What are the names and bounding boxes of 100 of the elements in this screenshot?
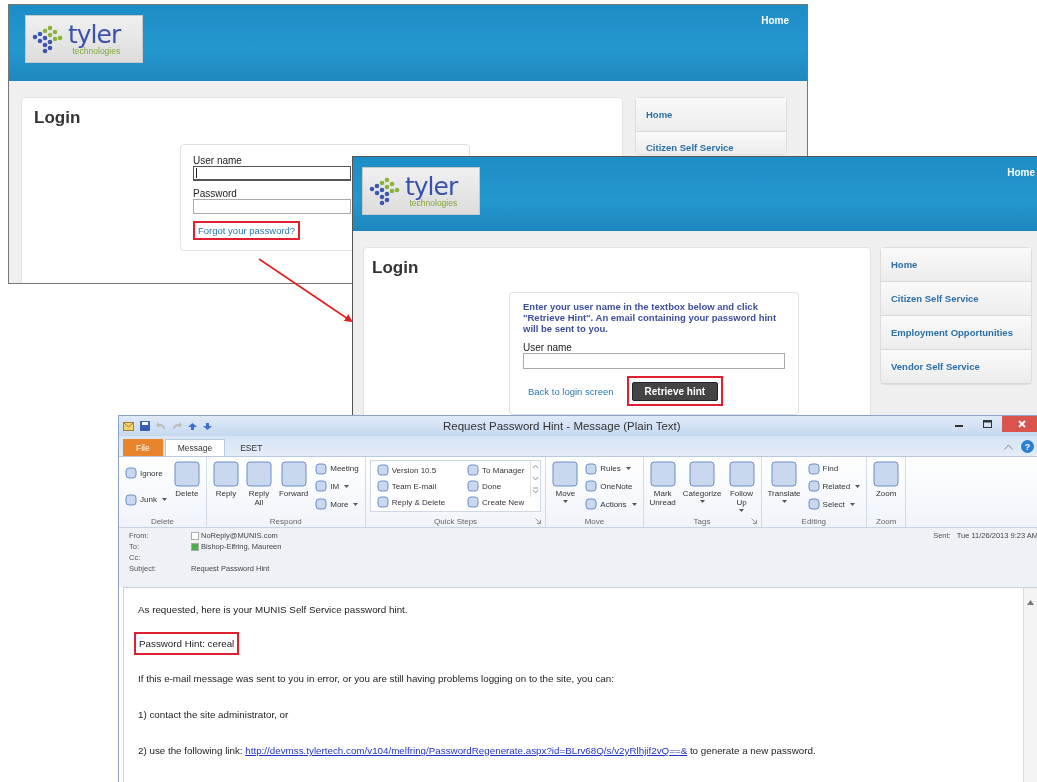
square-icon bbox=[807, 498, 820, 511]
dots-logo-icon bbox=[31, 23, 64, 55]
close-button[interactable] bbox=[1002, 416, 1037, 432]
square-icon bbox=[552, 461, 579, 487]
ribbon-button[interactable]: Junk bbox=[123, 493, 169, 506]
caret-icon bbox=[161, 498, 167, 502]
sidebar-item[interactable]: Home bbox=[881, 248, 1031, 282]
ribbon-button[interactable]: Create New bbox=[465, 494, 527, 510]
square-icon bbox=[807, 462, 820, 475]
square-icon bbox=[125, 467, 137, 480]
ribbon-button[interactable]: To Manager bbox=[465, 462, 527, 478]
field-label: User name bbox=[523, 342, 572, 353]
square-icon bbox=[585, 498, 598, 511]
caret-icon bbox=[739, 509, 744, 512]
sidebar-item[interactable]: Citizen Self Service bbox=[881, 282, 1031, 316]
caret-icon bbox=[781, 500, 787, 503]
group-label: Editing bbox=[801, 516, 827, 526]
caret-icon bbox=[625, 467, 631, 471]
ribbon-button[interactable]: Select bbox=[805, 498, 863, 511]
form-link[interactable]: Forgot your password? bbox=[193, 221, 301, 240]
square-icon bbox=[125, 493, 137, 506]
group-label: Quick Steps bbox=[433, 516, 478, 526]
ribbon-button[interactable]: Follow Up bbox=[726, 460, 757, 513]
message-text: 2) use the following link: http://devmss.tylertech.com/v104/melfring/PasswordRegenerate.aspx?id=BLrv68Q/s/v2yRlhjif2vQ==& to generate a new password. bbox=[137, 744, 817, 758]
page-title: Login bbox=[34, 108, 81, 128]
square-icon bbox=[728, 461, 755, 487]
ribbon-button[interactable]: Ignore bbox=[123, 467, 169, 480]
ribbon-button[interactable]: Translate bbox=[765, 460, 803, 504]
square-icon bbox=[873, 461, 900, 487]
group-label: Delete bbox=[150, 516, 174, 526]
caret-icon bbox=[849, 502, 855, 506]
group-label: Tags bbox=[693, 516, 711, 526]
dialog-launcher-icon bbox=[750, 518, 757, 524]
collapse-ribbon-icon bbox=[1004, 444, 1013, 450]
ribbon-button[interactable]: Related bbox=[805, 480, 863, 493]
message-text: If this e-mail message was sent to you in error, or you are still having problems logging on to the site, you can: bbox=[137, 672, 615, 686]
dialog-launcher-icon bbox=[535, 518, 542, 524]
message-text: As requested, here is your MUNIS Self Service password hint. bbox=[137, 603, 409, 617]
scroll-up-arrow-icon bbox=[1026, 598, 1035, 607]
group-label: Respond bbox=[269, 516, 302, 526]
square-icon bbox=[315, 498, 328, 511]
help-button[interactable]: ? bbox=[1021, 440, 1034, 453]
sidebar-item[interactable]: Employment Opportunities bbox=[881, 316, 1031, 350]
scrollbar[interactable] bbox=[1023, 588, 1037, 782]
ribbon-button[interactable]: More bbox=[313, 498, 361, 511]
ribbon-button[interactable]: Delete bbox=[171, 460, 202, 499]
message-text: 1) contact the site administrator, or bbox=[137, 708, 290, 722]
ribbon-button[interactable]: Reply & Delete bbox=[374, 494, 448, 510]
square-icon bbox=[376, 464, 389, 476]
redo-icon bbox=[172, 422, 182, 430]
sidebar-item[interactable]: Vendor Self Service bbox=[881, 350, 1031, 384]
ribbon-button[interactable]: Team E-mail bbox=[374, 478, 448, 494]
ribbon-button[interactable]: Done bbox=[465, 478, 527, 494]
ribbon-tab[interactable]: ESET bbox=[227, 439, 276, 456]
dots-logo-icon bbox=[368, 175, 401, 207]
message-text: Password Hint: cereal bbox=[134, 632, 240, 655]
ribbon-button[interactable]: Move bbox=[550, 460, 581, 504]
ribbon-button[interactable]: Mark Unread bbox=[647, 460, 678, 508]
ribbon-button[interactable]: Rules bbox=[583, 462, 639, 475]
logo-tagline: technologies bbox=[409, 198, 458, 208]
square-icon bbox=[376, 480, 389, 492]
sidebar-item[interactable]: Citizen Self Service bbox=[636, 132, 786, 154]
ribbon-button[interactable]: Meeting bbox=[313, 462, 361, 475]
ribbon-button[interactable]: Find bbox=[805, 462, 863, 475]
home-link[interactable]: Home bbox=[1007, 167, 1035, 178]
group-label: Zoom bbox=[875, 516, 897, 526]
square-icon bbox=[689, 461, 716, 487]
down-arrow-icon bbox=[203, 422, 212, 430]
ribbon-button[interactable]: Actions bbox=[583, 498, 639, 511]
ribbon-button[interactable]: Forward bbox=[276, 460, 311, 499]
square-icon bbox=[315, 462, 328, 475]
input-field[interactable] bbox=[193, 199, 351, 214]
caret-icon bbox=[562, 500, 568, 503]
caret-icon bbox=[344, 485, 350, 488]
regenerate-link[interactable]: http://devmss.tylertech.com/v104/melfring/PasswordRegenerate.aspx?id=BLrv68Q/s/v2yRlhjif2vQ==& bbox=[245, 745, 688, 756]
square-icon bbox=[212, 461, 239, 487]
caret-icon bbox=[631, 502, 637, 506]
square-icon bbox=[585, 480, 598, 493]
up-arrow-icon bbox=[188, 422, 197, 430]
ribbon-button[interactable]: Zoom bbox=[871, 460, 902, 499]
gallery-scroll-icon bbox=[530, 461, 541, 497]
ribbon-button[interactable]: Version 10.5 bbox=[374, 462, 448, 478]
square-icon bbox=[315, 480, 328, 493]
ribbon-button[interactable]: Reply All bbox=[243, 460, 274, 508]
input-field[interactable] bbox=[193, 166, 351, 181]
ribbon-button[interactable]: OneNote bbox=[583, 480, 639, 493]
ribbon-button[interactable]: IM bbox=[313, 480, 361, 493]
ribbon-button[interactable]: Reply bbox=[210, 460, 241, 499]
ribbon-button[interactable]: Categorize bbox=[680, 460, 724, 504]
square-icon bbox=[467, 496, 480, 508]
square-icon bbox=[245, 461, 272, 487]
instructions-text: Enter your user name in the textbox below and click "Retrieve Hint". An email containing your password hint will be sent to you. bbox=[523, 301, 778, 334]
sidebar-item[interactable]: Home bbox=[636, 98, 786, 132]
input-field[interactable] bbox=[523, 353, 785, 369]
form-link[interactable]: Back to login screen bbox=[523, 381, 619, 401]
ribbon-tab[interactable]: Message bbox=[164, 439, 226, 456]
retrieve-button[interactable]: Retrieve hint bbox=[631, 382, 719, 401]
square-icon bbox=[467, 480, 480, 492]
group-label: Move bbox=[584, 516, 605, 526]
home-link[interactable]: Home bbox=[761, 15, 789, 26]
